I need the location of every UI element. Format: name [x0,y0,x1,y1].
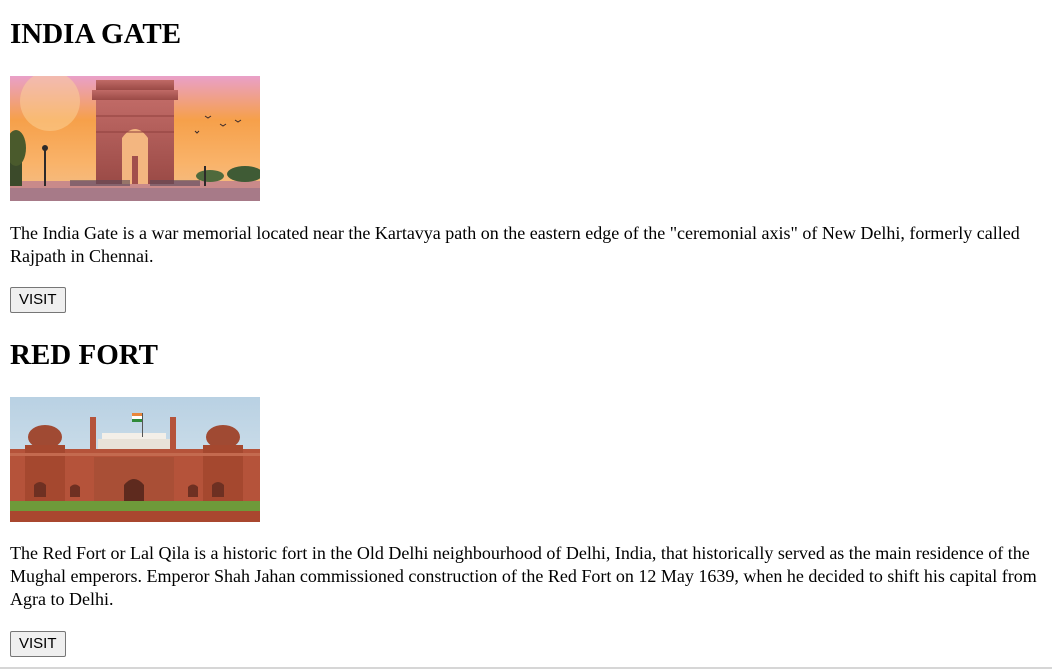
place-description-india-gate: The India Gate is a war memorial located… [10,223,1020,266]
india-gate-photo [10,76,260,201]
visit-button-red-fort[interactable]: VISIT [10,631,66,657]
page-bottom-divider [0,667,1052,669]
place-title-india-gate: INDIA GATE [10,18,182,50]
place-title-red-fort: RED FORT [10,339,159,371]
place-description-red-fort: The Red Fort or Lal Qila is a historic f… [10,543,1037,609]
red-fort-photo [10,397,260,522]
visit-button-india-gate[interactable]: VISIT [10,287,66,313]
